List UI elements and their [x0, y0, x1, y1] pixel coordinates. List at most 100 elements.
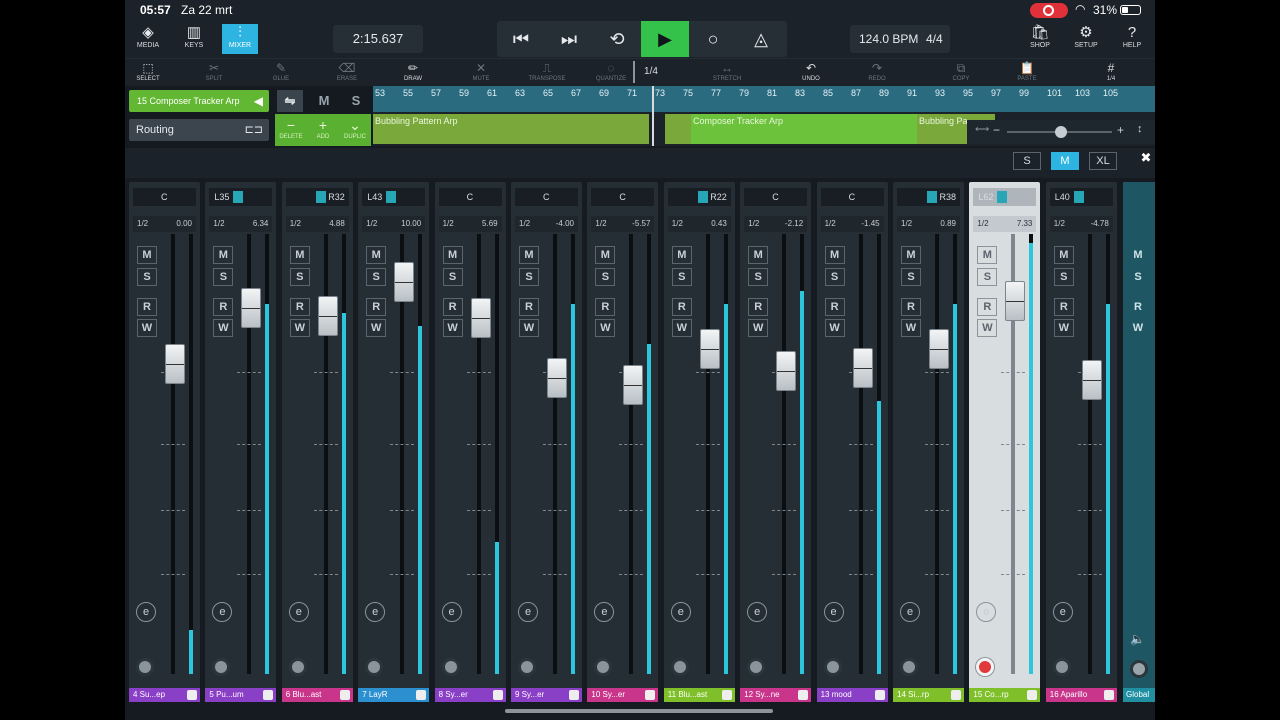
read-button[interactable]: R	[442, 298, 463, 316]
volume-fader[interactable]	[241, 288, 262, 328]
tool-split[interactable]: ✂ SPLIT	[194, 61, 234, 82]
send-control[interactable]: 1/2 -4.78	[1049, 216, 1113, 232]
speaker-icon[interactable]: 🔈	[1130, 632, 1145, 646]
pan-control[interactable]: L35	[209, 188, 273, 206]
solo-button[interactable]: S	[977, 268, 998, 286]
solo-button[interactable]: S	[824, 268, 845, 286]
send-control[interactable]: 1/2 4.88	[285, 216, 349, 232]
solo-button[interactable]: S	[748, 268, 769, 286]
fader-track[interactable]	[935, 234, 939, 674]
record-arm-button[interactable]	[747, 658, 766, 676]
send-control[interactable]: 1/2 -2.12	[744, 216, 808, 232]
volume-fader[interactable]	[317, 296, 338, 336]
write-button[interactable]: W	[1053, 319, 1074, 337]
mute-button[interactable]: M	[213, 246, 234, 264]
volume-fader[interactable]	[929, 329, 949, 369]
mute-button[interactable]: M	[289, 246, 310, 264]
volume-fader[interactable]	[776, 351, 797, 391]
tool-mute[interactable]: ✕ MUTE	[461, 61, 501, 82]
mute-button[interactable]: M	[442, 246, 463, 264]
edit-icon[interactable]: e	[670, 602, 691, 622]
record-arm-button[interactable]	[900, 658, 918, 676]
clip[interactable]: Bubbling Pattern Arp	[373, 114, 649, 144]
tool-draw[interactable]: ✏ DRAW	[393, 61, 433, 82]
record-arm-button[interactable]	[976, 658, 995, 676]
mixer-button[interactable]: ⫶ MIXER	[222, 24, 258, 54]
tool-copy[interactable]: ⧉ COPY	[941, 61, 981, 82]
record-arm-button[interactable]	[212, 658, 231, 676]
send-control[interactable]: 1/2 0.00	[133, 216, 196, 232]
metronome-button[interactable]: ◬	[737, 21, 785, 57]
record-arm-button[interactable]	[288, 658, 307, 676]
play-button[interactable]: ▶	[641, 21, 689, 57]
plus-icon[interactable]: +	[1117, 123, 1124, 137]
pan-control[interactable]: L62	[973, 188, 1037, 206]
send-control[interactable]: 1/2 10.00	[362, 216, 426, 232]
read-button[interactable]: R	[901, 298, 921, 316]
tool-quantize[interactable]: ◌ QUANTIZE	[591, 61, 631, 82]
edit-icon[interactable]: e	[823, 602, 844, 622]
record-arm-button[interactable]	[518, 658, 536, 676]
record-arm-button[interactable]	[441, 658, 460, 676]
pan-control[interactable]: R22	[667, 188, 731, 206]
playhead[interactable]	[652, 86, 654, 146]
shop-button[interactable]: 🛍 SHOP	[1022, 24, 1058, 54]
solo-button[interactable]: S	[366, 268, 387, 286]
record-arm-button[interactable]	[823, 658, 842, 676]
fader-track[interactable]	[705, 234, 710, 674]
size-m-button[interactable]: M	[1051, 152, 1079, 170]
mute-button[interactable]: M	[671, 246, 692, 264]
fader-track[interactable]	[629, 234, 634, 674]
selected-track-header[interactable]: 15 Composer Tracker Arp ◀	[129, 90, 269, 112]
fader-track[interactable]	[553, 234, 557, 674]
volume-fader[interactable]	[394, 262, 415, 302]
tool-select[interactable]: ⬚ SELECT	[128, 61, 168, 82]
read-button[interactable]: R	[748, 298, 769, 316]
solo-button[interactable]: S	[901, 268, 921, 286]
pan-control[interactable]: R32	[285, 188, 349, 206]
edit-icon[interactable]: e	[441, 602, 462, 622]
volume-fader[interactable]	[470, 298, 491, 338]
write-button[interactable]: W	[595, 319, 616, 337]
mute-button[interactable]: M	[824, 246, 845, 264]
mute-button[interactable]: M	[595, 246, 616, 264]
tool-paste[interactable]: 📋 PASTE	[1007, 61, 1047, 82]
send-control[interactable]: 1/2 -5.57	[591, 216, 655, 232]
global-write-button[interactable]: W	[1127, 319, 1149, 337]
mixer-channel-5[interactable]: L35 1/2 6.34 M S R We 5 Pu...um	[205, 182, 277, 702]
tool-transpose[interactable]: ⎍ TRANSPOSE	[527, 61, 567, 82]
mixer-channel-12[interactable]: C 1/2 -2.12 M S R We 12 Sy...ne	[740, 182, 812, 702]
read-button[interactable]: R	[289, 298, 310, 316]
solo-button[interactable]: S	[213, 268, 234, 286]
write-button[interactable]: W	[977, 319, 998, 337]
collapse-icon[interactable]: ◀	[254, 90, 263, 112]
mute-button[interactable]: M	[748, 246, 769, 264]
pan-control[interactable]: R38	[897, 188, 960, 206]
pan-control[interactable]: L43	[362, 188, 426, 206]
record-arm-button[interactable]	[670, 658, 689, 676]
mute-button[interactable]: M	[1053, 246, 1074, 264]
volume-fader[interactable]	[852, 348, 873, 388]
solo-button[interactable]: S	[442, 268, 463, 286]
mixer-channel-4[interactable]: C 1/2 0.00 M S R We 4 Su...ep	[129, 182, 200, 702]
volume-fader[interactable]	[623, 365, 644, 405]
send-control[interactable]: 1/2 6.34	[209, 216, 273, 232]
read-button[interactable]: R	[137, 298, 157, 316]
pan-control[interactable]: C	[744, 188, 808, 206]
fader-track[interactable]	[782, 234, 787, 674]
mixer-channel-14[interactable]: R38 1/2 0.89 M S R We 14 Si...rp	[893, 182, 964, 702]
track-edit-toggle[interactable]: ⇋	[277, 90, 303, 112]
send-control[interactable]: 1/2 -4.00	[515, 216, 578, 232]
record-arm-button[interactable]	[136, 658, 154, 676]
read-button[interactable]: R	[519, 298, 539, 316]
solo-button[interactable]: S	[1053, 268, 1074, 286]
write-button[interactable]: W	[671, 319, 692, 337]
duplicate-button[interactable]: ⌄ DUPLIC	[339, 116, 371, 140]
record-arm-button[interactable]	[594, 658, 613, 676]
edit-icon[interactable]: e	[900, 602, 920, 622]
read-button[interactable]: R	[977, 298, 998, 316]
timeline-ruler[interactable]: 53 55 57 59 61 63 65 67 69 71 73 75 77 79 81 83 85 87 89 91…	[373, 86, 1155, 112]
edit-icon[interactable]: e	[365, 602, 386, 622]
mixer-channel-7[interactable]: L43 1/2 10.00 M S R We 7 LayR	[358, 182, 430, 702]
mixer-channel-10[interactable]: C 1/2 -5.57 M S R We 10 Sy...er	[587, 182, 659, 702]
